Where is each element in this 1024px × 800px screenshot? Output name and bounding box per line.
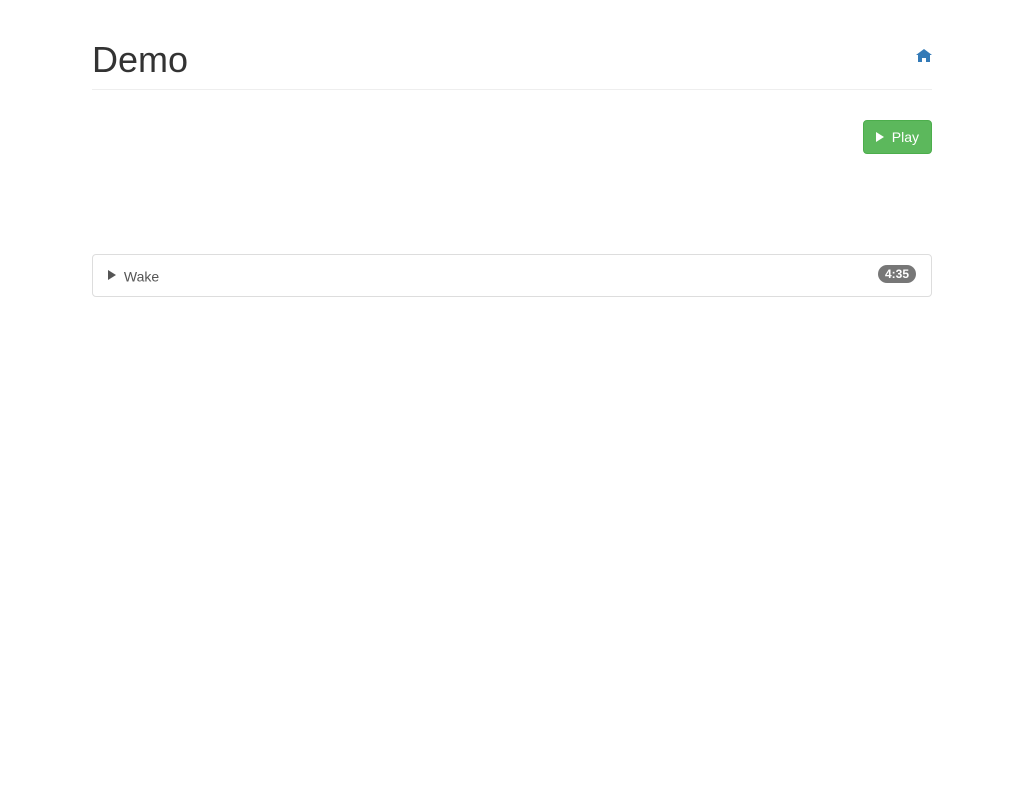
play-icon bbox=[108, 270, 116, 280]
play-controls: Play bbox=[92, 120, 932, 154]
play-icon bbox=[876, 132, 884, 142]
track-title: Wake bbox=[124, 268, 159, 284]
track-duration-badge: 4:35 bbox=[878, 265, 916, 283]
play-button-label: Play bbox=[892, 129, 919, 145]
home-icon bbox=[916, 48, 932, 72]
page-title: Demo bbox=[92, 40, 188, 80]
track-item[interactable]: Wake 4:35 bbox=[92, 254, 932, 297]
main-container: Demo Play Wake 4:35 bbox=[77, 40, 947, 297]
page-header: Demo bbox=[92, 40, 932, 90]
home-link[interactable] bbox=[916, 48, 932, 72]
play-button[interactable]: Play bbox=[863, 120, 932, 154]
track-list: Wake 4:35 bbox=[92, 254, 932, 297]
